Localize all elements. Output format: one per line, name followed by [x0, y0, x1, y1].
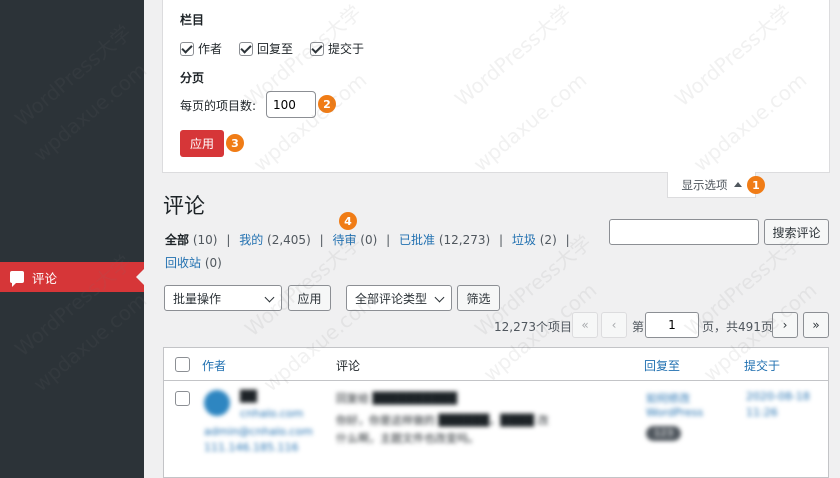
author-email[interactable]: admin@cnhalo.com — [204, 425, 313, 438]
annotation-badge: 2 — [318, 95, 336, 113]
column-reply-to[interactable]: 回复至 — [644, 357, 680, 374]
per-page-input[interactable] — [266, 91, 316, 118]
screen-options-apply-button[interactable]: 应用 — [180, 130, 224, 157]
filter-pending[interactable]: 待审 — [332, 233, 356, 247]
column-author[interactable]: 作者 — [202, 357, 226, 374]
filter-count: (12,273) — [438, 233, 491, 247]
separator: | — [319, 233, 324, 247]
columns-heading: 栏目 — [180, 13, 205, 27]
screen-options-panel — [162, 0, 830, 173]
filter-mine[interactable]: 我的 — [239, 233, 263, 247]
reply-to-link[interactable]: WordPress — [646, 406, 703, 419]
chevron-down-icon — [434, 292, 445, 303]
author-ip[interactable]: 111.146.185.116 — [204, 441, 298, 454]
author-name: ██ — [240, 390, 257, 403]
page-title: 评论 — [163, 194, 205, 218]
column-comment: 评论 — [336, 359, 361, 373]
comment-status-filters-row2: 回收站 (0) — [165, 254, 222, 271]
submitted-time[interactable]: 11:26 — [746, 406, 778, 419]
comments-table: 作者 评论 回复至 提交于 ██ cnhalo.com admin@cnhalo… — [163, 347, 829, 478]
annotation-badge: 1 — [747, 176, 765, 194]
filter-trash[interactable]: 回收站 — [165, 256, 201, 270]
column-submitted[interactable]: 提交于 — [744, 357, 780, 374]
filter-count: (2) — [539, 233, 557, 247]
filter-spam[interactable]: 垃圾 — [512, 233, 536, 247]
admin-sidebar — [0, 0, 144, 478]
bulk-action-select[interactable]: 批量操作 — [164, 285, 282, 311]
filter-approved[interactable]: 已批准 — [399, 233, 435, 247]
avatar — [204, 390, 230, 416]
prev-page-button[interactable]: ‹ — [601, 312, 627, 338]
search-input[interactable] — [609, 219, 759, 245]
column-toggle-submitted[interactable]: 提交于 — [310, 40, 364, 57]
next-page-button[interactable]: › — [772, 312, 798, 338]
comments-icon — [10, 271, 24, 287]
annotation-badge: 3 — [226, 134, 244, 152]
filter-button[interactable]: 筛选 — [457, 285, 500, 311]
sidebar-item-label: 评论 — [32, 270, 58, 286]
column-toggle-author[interactable]: 作者 — [180, 40, 222, 57]
row-checkbox[interactable] — [175, 391, 190, 406]
column-toggle-label: 作者 — [198, 42, 223, 56]
active-indicator — [136, 269, 144, 285]
comment-type-selected: 全部评论类型 — [355, 291, 428, 306]
filter-count: (10) — [192, 233, 218, 247]
comment-count-badge[interactable]: 123 — [646, 426, 682, 441]
page-prefix: 第 — [632, 320, 645, 334]
per-page-label: 每页的项目数: — [180, 99, 257, 113]
submitted-date[interactable]: 2020-08-18 — [746, 390, 810, 403]
author-site[interactable]: cnhalo.com — [240, 407, 303, 420]
filter-count: (0) — [360, 233, 378, 247]
reply-to-link[interactable]: 如何修改 — [646, 390, 690, 406]
separator: | — [499, 233, 504, 247]
column-toggle-reply-to[interactable]: 回复至 — [239, 40, 293, 57]
comment-status-filters: 全部 (10) | 我的 (2,405) | 待审 (0) | 已批准 (12,… — [165, 231, 575, 248]
caret-up-icon — [733, 182, 742, 187]
comment-body-line: 你好，你是这样做的 ██████，████ 改 — [336, 414, 549, 427]
column-toggle-label: 提交于 — [328, 42, 365, 56]
select-all-checkbox[interactable] — [175, 357, 190, 372]
comment-type-select[interactable]: 全部评论类型 — [346, 285, 452, 311]
checkbox[interactable] — [310, 41, 324, 56]
separator: | — [386, 233, 391, 247]
comment-body-line: 什么啊，主题文件也改变吗。 — [336, 432, 479, 445]
checkbox[interactable] — [180, 41, 194, 56]
page-suffix: 页，共491页 — [702, 320, 773, 334]
chevron-down-icon — [264, 292, 275, 303]
current-page-input[interactable] — [645, 312, 699, 338]
bulk-apply-button[interactable]: 应用 — [288, 285, 331, 311]
filter-all[interactable]: 全部 — [165, 233, 189, 247]
annotation-badge: 4 — [339, 212, 357, 230]
sidebar-item-comments[interactable]: 评论 — [0, 262, 144, 292]
comment-intro: 回复给 ██████████ — [336, 392, 458, 405]
separator: | — [565, 233, 570, 247]
search-comments-button[interactable]: 搜索评论 — [764, 219, 829, 245]
checkbox[interactable] — [239, 41, 253, 56]
separator: | — [226, 233, 231, 247]
items-count: 12,273个项目 — [494, 320, 572, 334]
screen-options-toggle[interactable]: 显示选项 — [667, 172, 756, 198]
table-header: 作者 评论 回复至 提交于 — [164, 348, 828, 381]
screen-options-toggle-label: 显示选项 — [681, 177, 728, 192]
filter-count: (2,405) — [267, 233, 311, 247]
table-row: ██ cnhalo.com admin@cnhalo.com 111.146.1… — [164, 382, 828, 478]
filter-count: (0) — [204, 256, 222, 270]
column-toggle-label: 回复至 — [257, 42, 294, 56]
first-page-button[interactable]: « — [572, 312, 598, 338]
bulk-action-selected: 批量操作 — [173, 291, 222, 306]
pagination-heading: 分页 — [180, 71, 205, 85]
last-page-button[interactable]: » — [803, 312, 829, 338]
